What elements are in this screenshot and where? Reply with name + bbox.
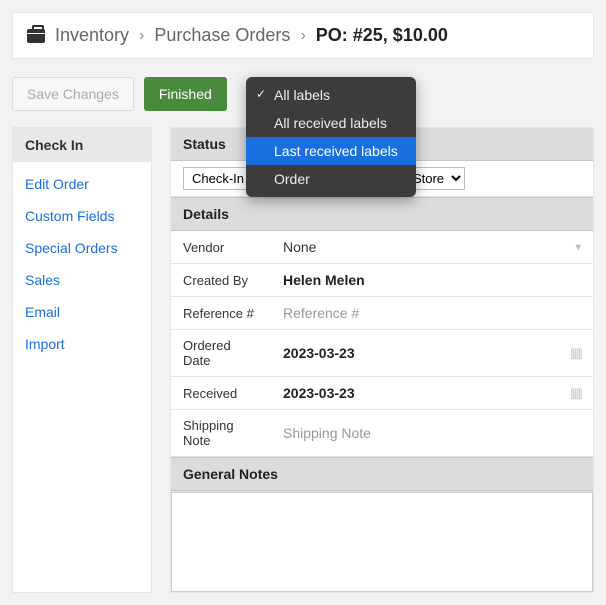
chevron-right-icon: › (298, 27, 307, 45)
createdby-label: Created By (171, 264, 271, 297)
breadcrumb-inventory[interactable]: Inventory (55, 25, 129, 46)
general-notes-header: General Notes (171, 457, 593, 491)
sidebar: Check In Edit Order Custom Fields Specia… (12, 127, 152, 593)
sidebar-link-email[interactable]: Email (13, 296, 151, 328)
sidebar-link-custom-fields[interactable]: Custom Fields (13, 200, 151, 232)
print-labels-dropdown: All labels All received labels Last rece… (246, 77, 416, 197)
vendor-label: Vendor (171, 231, 271, 264)
sidebar-header: Check In (13, 128, 151, 162)
calendar-icon[interactable]: ▦ (570, 385, 583, 402)
details-table: Vendor None ▾ Created By Helen Melen Ref… (171, 231, 593, 457)
reference-label: Reference # (171, 297, 271, 330)
dropdown-item-all-received-labels[interactable]: All received labels (246, 109, 416, 137)
createdby-value: Helen Melen (283, 272, 365, 288)
breadcrumb-current: PO: #25, $10.00 (316, 25, 448, 46)
sidebar-link-sales[interactable]: Sales (13, 264, 151, 296)
toolbar: Save Changes Finished All labels All rec… (12, 77, 594, 111)
vendor-select[interactable]: None ▾ (271, 231, 593, 264)
shipping-note-label: Shipping Note (171, 410, 271, 457)
vendor-value: None (283, 239, 316, 255)
sidebar-link-special-orders[interactable]: Special Orders (13, 232, 151, 264)
calendar-icon[interactable]: ▦ (570, 345, 583, 362)
dropdown-item-all-labels[interactable]: All labels (246, 81, 416, 109)
sidebar-link-import[interactable]: Import (13, 328, 151, 360)
breadcrumb: Inventory › Purchase Orders › PO: #25, $… (12, 12, 594, 59)
reference-input[interactable] (283, 305, 581, 321)
shipping-note-input[interactable] (283, 425, 581, 441)
ordered-date-label: Ordered Date (171, 330, 271, 377)
details-section-header: Details (171, 197, 593, 231)
sidebar-link-edit-order[interactable]: Edit Order (13, 168, 151, 200)
finished-button[interactable]: Finished (144, 77, 227, 111)
briefcase-icon (27, 29, 45, 43)
received-date-label: Received (171, 377, 271, 410)
chevron-right-icon: › (137, 27, 146, 45)
received-date-value[interactable]: 2023-03-23 (283, 385, 355, 401)
general-notes-textarea[interactable] (171, 492, 593, 592)
breadcrumb-purchase-orders[interactable]: Purchase Orders (154, 25, 290, 46)
ordered-date-value[interactable]: 2023-03-23 (283, 345, 355, 361)
dropdown-item-last-received-labels[interactable]: Last received labels (246, 137, 416, 165)
dropdown-item-order[interactable]: Order (246, 165, 416, 193)
chevron-down-icon: ▾ (575, 241, 581, 254)
save-changes-button: Save Changes (12, 77, 134, 111)
